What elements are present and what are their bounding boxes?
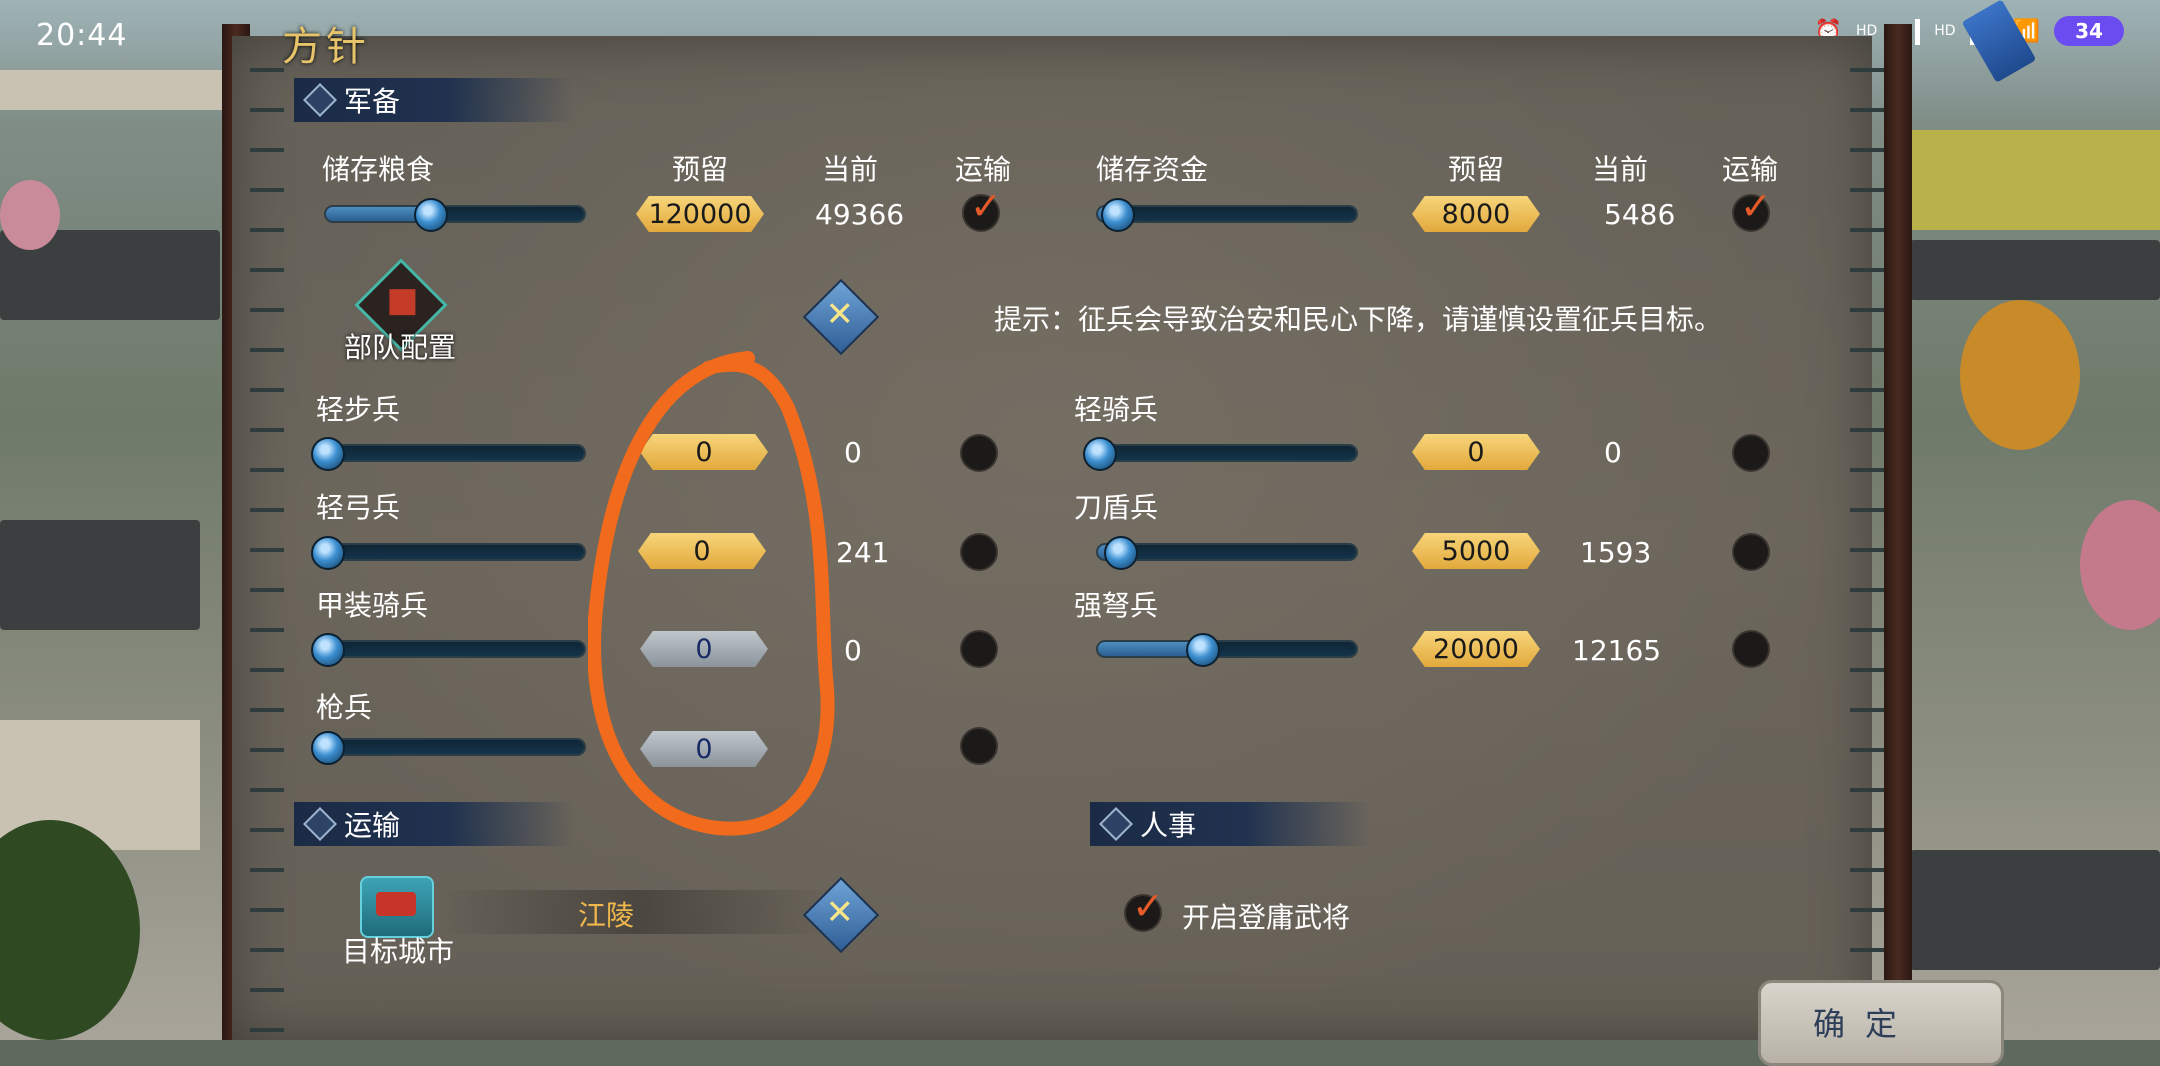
slider-knob[interactable] [311, 437, 345, 471]
unit-slider[interactable] [311, 731, 584, 765]
unit-current-value: 0 [1604, 436, 1622, 469]
grain-slider[interactable] [326, 198, 584, 232]
unit-name: 枪兵 [316, 691, 373, 724]
funds-label: 储存资金 [1096, 153, 1209, 186]
funds-transport-header: 运输 [1722, 153, 1779, 186]
funds-current-value: 5486 [1604, 198, 1676, 231]
unit-slider[interactable] [1098, 536, 1356, 570]
squad-config-label[interactable]: 部队配置 [344, 326, 456, 366]
panel-title: 方针 [282, 24, 370, 70]
city-wall-left [0, 70, 230, 110]
unit-target-input[interactable]: 20000 [1412, 631, 1540, 667]
target-city-name[interactable]: 江陵 [578, 894, 634, 934]
grain-transport-header: 运输 [955, 153, 1012, 186]
unit-transport-toggle[interactable] [1734, 632, 1768, 666]
blossom-left [0, 180, 60, 250]
grain-current-header: 当前 [822, 153, 879, 186]
slider-knob[interactable] [311, 731, 345, 765]
status-time: 20:44 [36, 18, 128, 53]
diamond-icon [303, 807, 337, 841]
unit-slider[interactable] [1083, 437, 1356, 471]
funds-slider[interactable] [1098, 198, 1356, 232]
slider-knob[interactable] [1083, 437, 1117, 471]
hd-label-2: HD [1934, 23, 1956, 39]
grain-transport-checkbox[interactable] [964, 184, 1002, 230]
blossom-right [2080, 500, 2160, 630]
funds-reserve-input[interactable]: 8000 [1412, 196, 1540, 232]
unit-name: 刀盾兵 [1074, 491, 1159, 524]
orange-hand-drawn-circle [588, 351, 835, 836]
diamond-icon [303, 83, 337, 117]
scroll-edge-right [1850, 50, 1884, 1040]
section-header-personnel: 人事 [1090, 802, 1370, 846]
unit-transport-toggle[interactable] [962, 632, 996, 666]
roof-right-1 [1910, 240, 2160, 300]
section-header-transport: 运输 [294, 802, 574, 846]
slider-knob[interactable] [1101, 198, 1136, 232]
slider-knob[interactable] [311, 536, 345, 570]
section-header-military: 军备 [294, 78, 574, 122]
roof-left-2 [0, 520, 200, 630]
slider-knob[interactable] [1103, 536, 1138, 570]
funds-transport-checkbox[interactable] [1734, 184, 1772, 230]
battery-indicator: 34 [2054, 16, 2124, 46]
recruit-label: 开启登庸武将 [1182, 901, 1351, 934]
city-name-strip [440, 890, 830, 934]
unit-slider[interactable] [1098, 633, 1356, 667]
unit-current-value: 1593 [1580, 536, 1652, 569]
unit-transport-toggle[interactable] [962, 436, 996, 470]
unit-transport-toggle[interactable] [962, 729, 996, 763]
grain-reserve-header: 预留 [672, 153, 729, 186]
unit-name: 轻骑兵 [1074, 393, 1159, 426]
scroll-rod-right [1884, 24, 1912, 1040]
unit-target-input[interactable]: 0 [1412, 434, 1540, 470]
city-gate-icon[interactable] [360, 876, 434, 938]
unit-slider[interactable] [311, 536, 584, 570]
scroll-edge-left [250, 50, 284, 1040]
grain-reserve-input[interactable]: 120000 [636, 196, 764, 232]
target-city-label: 目标城市 [342, 935, 455, 968]
recruit-checkbox[interactable] [1126, 884, 1164, 930]
grain-current-value: 49366 [815, 198, 905, 231]
unit-name: 强弩兵 [1074, 589, 1159, 622]
tree-left [0, 820, 140, 1040]
unit-current-value: 12165 [1572, 634, 1662, 667]
slider-knob[interactable] [311, 633, 345, 667]
unit-target-input[interactable]: 5000 [1412, 533, 1540, 569]
confirm-button[interactable]: 确定 [1758, 980, 2004, 1066]
unit-name: 甲装骑兵 [316, 589, 429, 622]
unit-name: 轻弓兵 [316, 491, 401, 524]
unit-slider[interactable] [311, 633, 584, 667]
unit-slider[interactable] [311, 437, 584, 471]
funds-current-header: 当前 [1592, 153, 1649, 186]
unit-name: 轻步兵 [316, 393, 401, 426]
grain-label: 储存粮食 [322, 153, 435, 186]
conscription-tip: 提示：征兵会导致治安和民心下降，请谨慎设置征兵目标。 [994, 303, 1723, 336]
slider-knob[interactable] [1186, 633, 1221, 667]
roof-right-2 [1910, 850, 2160, 970]
diamond-icon [1099, 807, 1133, 841]
slider-knob[interactable] [414, 198, 449, 232]
unit-transport-toggle[interactable] [962, 535, 996, 569]
funds-reserve-header: 预留 [1448, 153, 1505, 186]
unit-transport-toggle[interactable] [1734, 436, 1768, 470]
field-right [1900, 130, 2160, 230]
tree-right-autumn [1960, 300, 2080, 450]
unit-transport-toggle[interactable] [1734, 535, 1768, 569]
